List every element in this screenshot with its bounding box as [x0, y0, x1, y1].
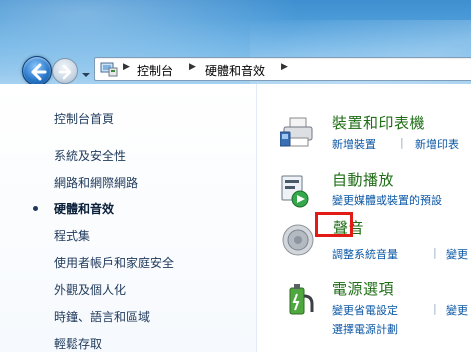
nav-appearance[interactable]: 外觀及個人化 [54, 281, 126, 298]
link-adjust-volume[interactable]: 調整系統音量 [332, 246, 398, 262]
breadcrumb-control-panel[interactable]: 控制台 [137, 62, 173, 79]
link-add-printer[interactable]: 新增印表 [415, 136, 459, 152]
nav-user-accounts[interactable]: 使用者帳戶和家庭安全 [54, 254, 174, 271]
category-devices-printers-title[interactable]: 裝置和印表機 [332, 112, 425, 133]
nav-programs[interactable]: 程式集 [54, 227, 90, 244]
current-page-bullet [33, 206, 38, 211]
chevron-down-icon [82, 73, 90, 77]
recent-pages-dropdown[interactable] [80, 66, 92, 78]
address-bar[interactable]: ▶ 控制台 ▶ 硬體和音效 ▶ [94, 57, 471, 81]
category-power-options-title[interactable]: 電源選項 [332, 278, 394, 299]
link-separator: | [433, 246, 437, 259]
link-add-device[interactable]: 新增裝置 [332, 136, 376, 152]
nav-network-internet[interactable]: 網路和網際網路 [54, 174, 138, 191]
nav-system-security[interactable]: 系統及安全性 [54, 147, 126, 164]
nav-control-panel-home[interactable]: 控制台首頁 [54, 110, 114, 127]
speaker-icon[interactable] [280, 222, 316, 258]
pane-divider [256, 84, 257, 352]
highlight-box [315, 212, 353, 237]
breadcrumb-separator[interactable]: ▶ [281, 62, 288, 72]
autoplay-icon[interactable] [276, 172, 312, 208]
back-arrow-icon [31, 63, 47, 81]
power-icon[interactable] [282, 282, 318, 318]
category-autoplay-title[interactable]: 自動播放 [332, 169, 394, 190]
control-panel-icon [100, 62, 118, 77]
nav-hardware-sound[interactable]: 硬體和音效 [54, 200, 114, 217]
link-separator: | [400, 136, 404, 149]
breadcrumb-separator[interactable]: ▶ [123, 62, 130, 72]
left-nav-pane: 控制台首頁 系統及安全性 網路和網際網路 硬體和音效 程式集 使用者帳戶和家庭安… [0, 84, 256, 352]
link-change-media-defaults[interactable]: 變更媒體或裝置的預設 [332, 192, 442, 208]
back-button[interactable] [22, 56, 52, 86]
link-choose-power-plan[interactable]: 選擇電源計劃 [332, 321, 398, 337]
nav-clock-language-region[interactable]: 時鐘、語言和區域 [54, 308, 150, 325]
forward-button[interactable] [52, 58, 78, 84]
nav-ease-of-access[interactable]: 輕鬆存取 [54, 335, 102, 352]
link-change-sounds[interactable]: 變更 [446, 246, 468, 262]
link-change-power[interactable]: 變更 [446, 302, 468, 318]
link-separator: | [433, 302, 437, 315]
link-change-battery-settings[interactable]: 變更省電設定 [332, 302, 398, 318]
printer-icon[interactable] [280, 114, 316, 150]
breadcrumb-separator[interactable]: ▶ [189, 62, 196, 72]
forward-arrow-icon [58, 64, 72, 80]
breadcrumb-hardware-sound[interactable]: 硬體和音效 [205, 62, 265, 79]
